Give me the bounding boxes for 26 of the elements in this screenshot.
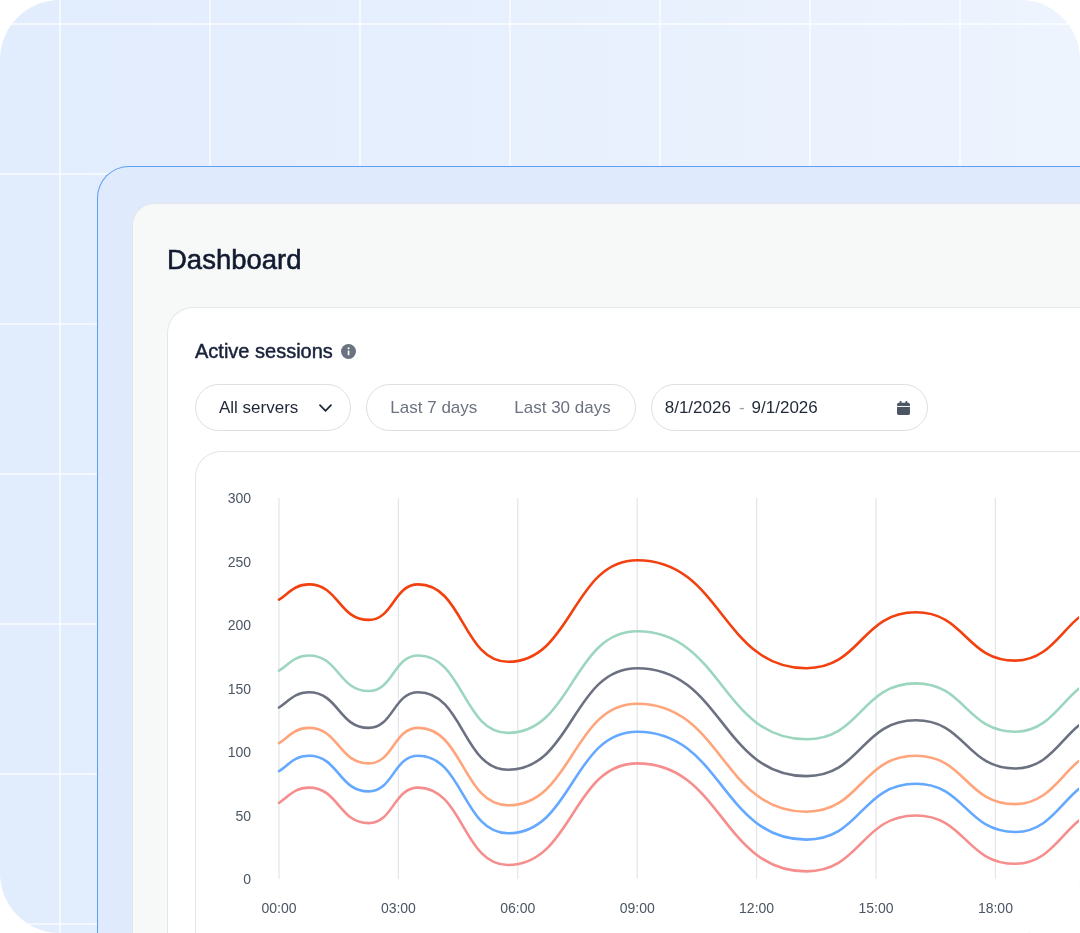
y-axis-label: 50 — [235, 807, 251, 824]
x-axis-label: 06:00 — [500, 900, 536, 916]
info-icon[interactable] — [340, 343, 356, 359]
page-title: Dashboard — [167, 243, 302, 277]
x-axis-label: 00:00 — [261, 900, 297, 916]
server-select[interactable]: All servers — [195, 384, 352, 431]
x-axis-label: 03:00 — [380, 900, 416, 916]
x-axis-label: 12:00 — [739, 900, 775, 916]
calendar-icon[interactable] — [896, 400, 910, 415]
start-date: 8/1/2026 — [664, 397, 731, 418]
y-axis-label: 200 — [227, 617, 251, 633]
range-tab[interactable]: Last 30 days — [502, 389, 623, 426]
x-axis-label: 18:00 — [977, 900, 1013, 916]
chevron-down-icon — [319, 403, 333, 412]
date-separator: - — [738, 397, 745, 418]
y-axis-label: 150 — [227, 680, 251, 697]
x-axis-label: 15:00 — [858, 900, 894, 916]
card-title: Active sessions — [195, 339, 333, 364]
y-axis-label: 250 — [227, 553, 251, 570]
range-tab[interactable]: Last 7 days — [378, 389, 490, 426]
end-date: 9/1/2026 — [751, 397, 818, 418]
y-axis-label: 300 — [227, 490, 251, 506]
x-axis-label: 09:00 — [619, 900, 655, 916]
y-axis-label: 100 — [227, 744, 251, 760]
y-axis-label: 0 — [243, 871, 251, 887]
date-range-field[interactable]: 8/1/2026 - 9/1/2026 — [650, 384, 928, 431]
